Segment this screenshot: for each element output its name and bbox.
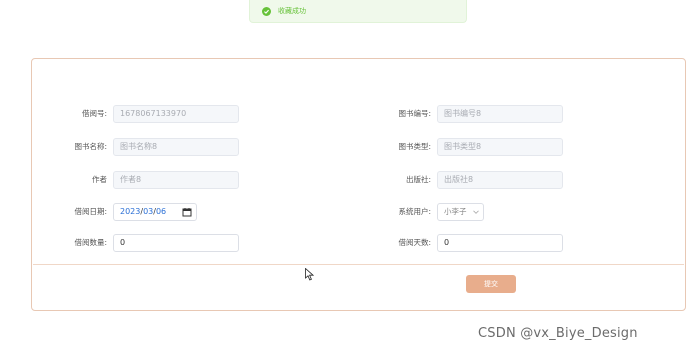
form-row: 作者 作者8 出版社: 出版社8: [32, 171, 685, 189]
publisher-label: 出版社:: [405, 175, 431, 184]
date-day: 06: [155, 207, 167, 216]
system-user-label: 系统用户:: [398, 207, 431, 216]
calendar-icon[interactable]: [182, 207, 192, 217]
toast-message: 收藏成功: [278, 7, 306, 15]
borrow-days-label: 借阅天数:: [398, 238, 431, 247]
form-row: 图书名称: 图书名称8 图书类型: 图书类型8: [32, 138, 685, 156]
date-month: 03: [143, 207, 154, 216]
form-divider: [33, 264, 684, 265]
publisher-field[interactable]: 出版社8: [437, 171, 563, 189]
borrow-quantity-label: 借阅数量:: [74, 238, 107, 247]
borrow-quantity-field[interactable]: 0: [113, 234, 239, 252]
success-toast: 收藏成功: [249, 0, 467, 23]
mouse-cursor-icon: [305, 268, 314, 281]
submit-button[interactable]: 提交: [466, 275, 516, 293]
form-row: 借阅数量: 0 借阅天数: 0: [32, 234, 685, 252]
book-number-label: 图书编号:: [398, 109, 431, 118]
borrow-form: 借阅号: 1678067133970 图书编号: 图书编号8 图书名称: 图书名…: [31, 58, 686, 311]
borrow-id-field[interactable]: 1678067133970: [113, 105, 239, 123]
borrow-date-label: 借阅日期:: [74, 207, 107, 216]
form-row: 借阅日期: 2023/03/06 系统用户: 小李子: [32, 203, 685, 221]
watermark: CSDN @vx_Biye_Design: [478, 326, 638, 341]
book-name-label: 图书名称:: [74, 142, 107, 151]
book-number-field[interactable]: 图书编号8: [437, 105, 563, 123]
form-row: 借阅号: 1678067133970 图书编号: 图书编号8: [32, 105, 685, 123]
date-year: 2023: [120, 207, 141, 216]
borrow-days-field[interactable]: 0: [437, 234, 563, 252]
borrow-date-field[interactable]: 2023/03/06: [113, 203, 197, 221]
system-user-selected: 小李子: [444, 207, 467, 216]
borrow-id-label: 借阅号:: [81, 109, 107, 118]
author-label: 作者: [92, 175, 107, 184]
author-field[interactable]: 作者8: [113, 171, 239, 189]
book-type-field[interactable]: 图书类型8: [437, 138, 563, 156]
chevron-down-icon: [473, 210, 479, 214]
system-user-select[interactable]: 小李子: [437, 203, 484, 221]
check-circle-icon: [262, 6, 271, 16]
book-name-field[interactable]: 图书名称8: [113, 138, 239, 156]
book-type-label: 图书类型:: [398, 142, 431, 151]
